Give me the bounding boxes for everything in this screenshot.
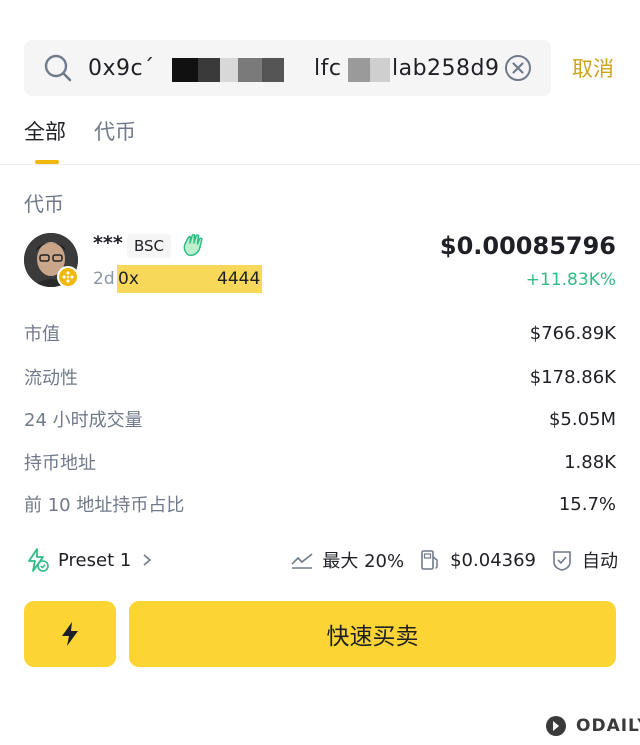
redaction-block [220,57,238,82]
stat-value: $766.89K [529,322,616,344]
clear-icon[interactable] [503,53,533,83]
price-change: +11.83K% [525,270,616,290]
watermark-text: ODAILY [576,716,640,736]
slippage-icon [291,553,313,569]
stat-label: 流动性 [24,368,78,389]
redaction-block [172,57,198,82]
stat-row-market-cap: 市值 $766.89K [24,318,616,348]
preset-row: Preset 1 最大 20% $0.04369 自动 [24,543,618,577]
token-address-suffix[interactable]: 4444 [217,269,260,289]
tabs-divider [0,164,640,165]
gas-fee-value[interactable]: $0.04369 [450,550,536,571]
waving-hand-icon [183,233,203,257]
stat-label: 持币地址 [24,453,96,474]
redaction-block [348,57,370,82]
section-title: 代币 [24,192,64,216]
stat-value: 15.7% [558,493,616,515]
tab-bar: 全部 代币 [24,116,164,146]
tab-all[interactable]: 全部 [24,116,66,146]
stat-row-holders: 持币地址 1.88K [24,447,616,477]
search-box[interactable]: 0x9c´ lfc lab258d9 [24,40,551,96]
quick-trade-button[interactable]: 快速买卖 [129,601,616,667]
redaction-block [238,57,262,82]
stat-label: 前 10 地址持币占比 [24,495,185,516]
preset-bolt-icon[interactable] [24,547,50,573]
tab-tokens[interactable]: 代币 [94,116,136,146]
quick-bolt-button[interactable] [24,601,116,667]
mev-mode-value[interactable]: 自动 [582,547,618,573]
stat-row-top10: 前 10 地址持币占比 15.7% [24,489,616,519]
stat-value: $5.05M [548,408,616,430]
search-value-prefix: 0x9c´ [88,55,155,81]
redaction-block [262,57,284,82]
watermark: ODAILY [544,714,640,738]
gas-pump-icon [421,550,438,570]
odaily-logo-icon [546,716,566,736]
chevron-right-icon[interactable] [141,553,153,567]
token-price: $0.00085796 [439,232,616,260]
cancel-button[interactable]: 取消 [572,53,614,83]
token-name: *** [93,232,123,254]
slippage-value[interactable]: 最大 20% [322,547,404,573]
stat-label: 24 小时成交量 [24,410,143,431]
stat-label: 市值 [24,324,60,345]
search-value-suffix: lab258d9 [392,55,500,81]
search-icon [44,54,72,82]
search-input[interactable]: 0x9c´ lfc lab258d9 [88,55,503,82]
stat-row-volume: 24 小时成交量 $5.05M [24,404,616,434]
token-address-prefix[interactable]: 0x [118,269,139,289]
lightning-icon [62,622,78,646]
redaction-block [370,57,390,82]
preset-selector[interactable]: Preset 1 [58,550,131,571]
shield-check-icon [553,551,571,571]
token-age: 2d [93,269,115,289]
bnb-chain-icon [57,266,79,288]
search-value-mid: lfc [314,55,342,81]
chain-tag: BSC [127,234,172,258]
stat-value: $178.86K [529,366,616,388]
search-row: 0x9c´ lfc lab258d9 取消 [24,40,624,96]
stat-row-liquidity: 流动性 $178.86K [24,362,616,392]
redaction-block [198,57,220,82]
stat-value: 1.88K [564,451,616,473]
